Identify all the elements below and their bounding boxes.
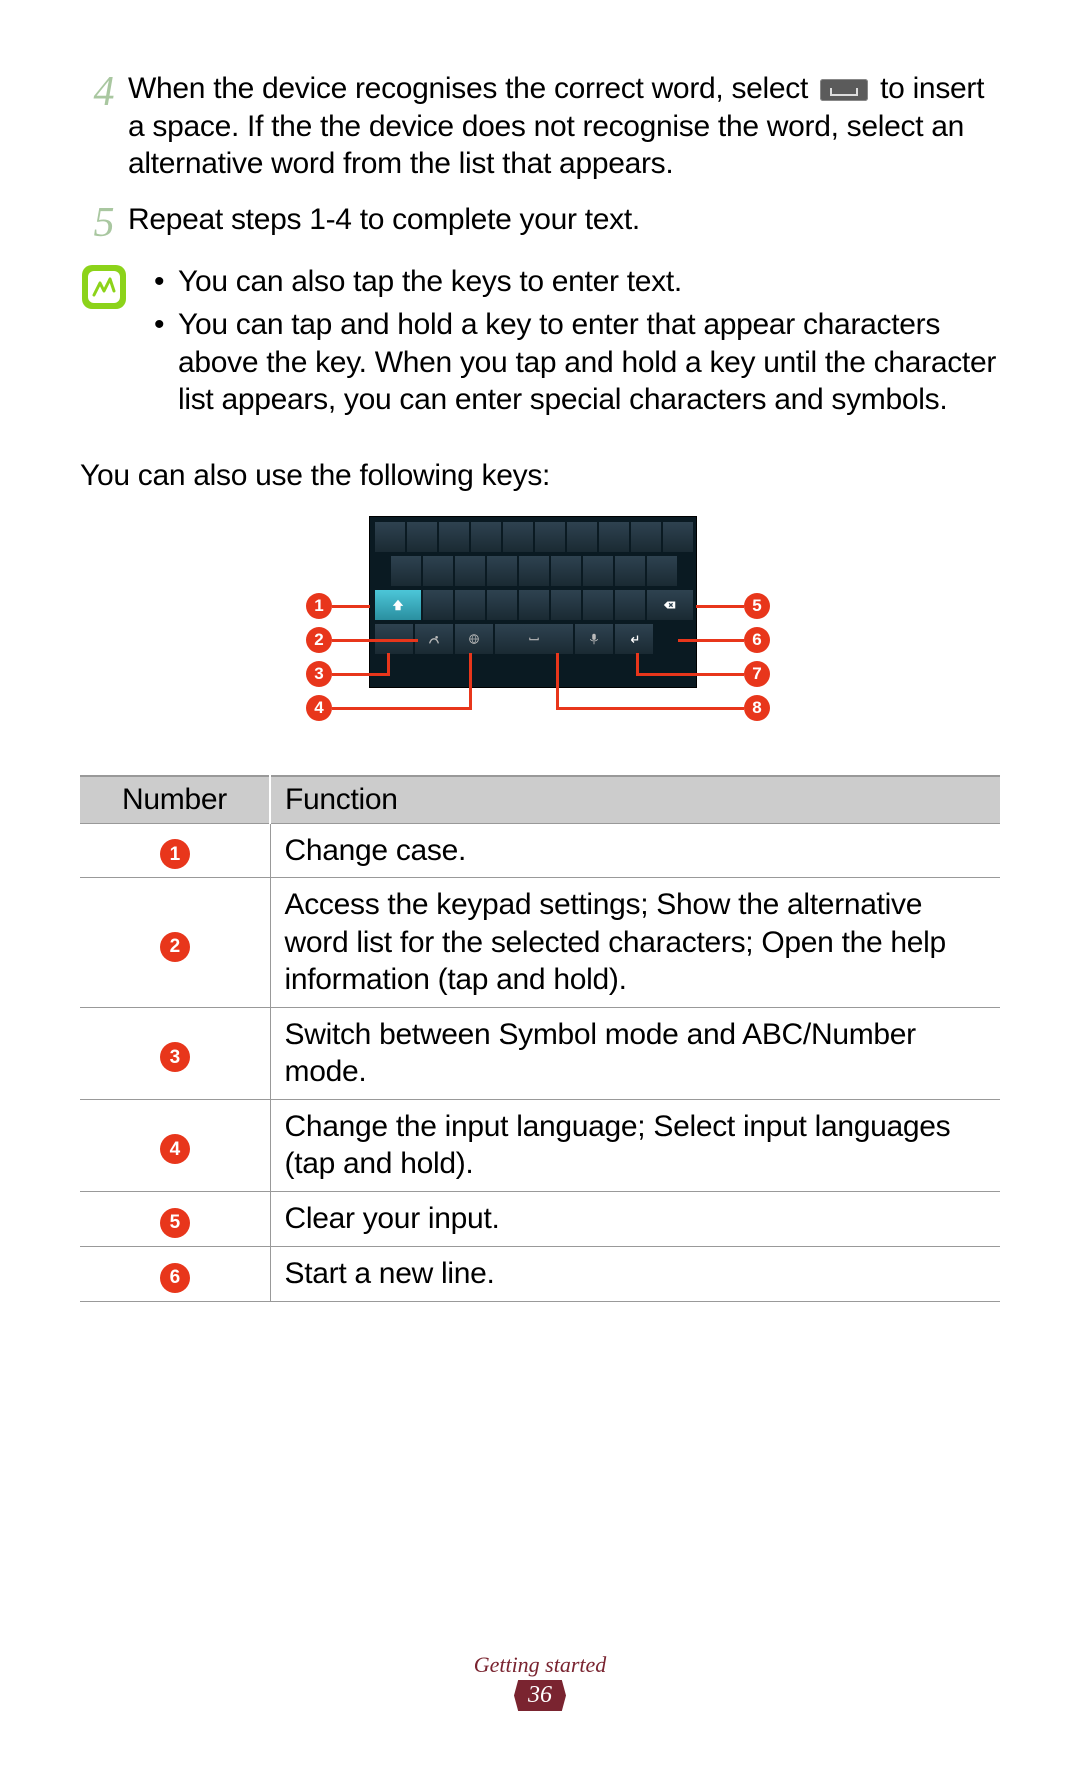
row-func-5: Clear your input. bbox=[270, 1191, 1000, 1246]
table-row: 2 Access the keypad settings; Show the a… bbox=[80, 878, 1000, 1008]
row-func-3: Switch between Symbol mode and ABC/Numbe… bbox=[270, 1007, 1000, 1099]
step-5-number: 5 bbox=[80, 201, 128, 245]
note-block: • You can also tap the keys to enter tex… bbox=[80, 263, 1000, 425]
step-4-number: 4 bbox=[80, 70, 128, 114]
row-func-2: Access the keypad settings; Show the alt… bbox=[270, 878, 1000, 1008]
row-func-4: Change the input language; Select input … bbox=[270, 1099, 1000, 1191]
note-bullet-1: You can also tap the keys to enter text. bbox=[178, 263, 682, 301]
note-bullet-2: You can tap and hold a key to enter that… bbox=[178, 306, 1000, 419]
table-row: 4 Change the input language; Select inpu… bbox=[80, 1099, 1000, 1191]
callout-5: 5 bbox=[744, 593, 770, 619]
backspace-key bbox=[646, 589, 694, 621]
function-table: Number Function 1 Change case. 2 Access … bbox=[80, 775, 1000, 1302]
language-key bbox=[454, 623, 494, 655]
enter-key bbox=[614, 623, 654, 655]
settings-key bbox=[414, 623, 454, 655]
row-badge-6: 6 bbox=[160, 1263, 190, 1293]
row-badge-2: 2 bbox=[160, 932, 190, 962]
callout-6: 6 bbox=[744, 627, 770, 653]
step-5: 5 Repeat steps 1-4 to complete your text… bbox=[80, 201, 1000, 245]
spacebar-icon bbox=[820, 79, 868, 101]
table-row: 3 Switch between Symbol mode and ABC/Num… bbox=[80, 1007, 1000, 1099]
note-icon bbox=[80, 263, 128, 311]
page-footer: Getting started 36 bbox=[0, 1652, 1080, 1711]
callout-8: 8 bbox=[744, 695, 770, 721]
callout-4: 4 bbox=[306, 695, 332, 721]
table-header-function: Function bbox=[270, 776, 1000, 824]
shift-key bbox=[374, 589, 422, 621]
table-row: 6 Start a new line. bbox=[80, 1246, 1000, 1301]
callout-1: 1 bbox=[306, 593, 332, 619]
table-row: 5 Clear your input. bbox=[80, 1191, 1000, 1246]
callout-2: 2 bbox=[306, 627, 332, 653]
mic-key bbox=[574, 623, 614, 655]
table-header-number: Number bbox=[80, 776, 270, 824]
table-row: 1 Change case. bbox=[80, 823, 1000, 878]
bullet-dot: • bbox=[154, 306, 178, 419]
step-4: 4 When the device recognises the correct… bbox=[80, 70, 1000, 183]
page-number: 36 bbox=[514, 1680, 566, 1711]
callout-7: 7 bbox=[744, 661, 770, 687]
space-key bbox=[494, 623, 574, 655]
footer-section: Getting started bbox=[0, 1652, 1080, 1678]
step-5-text: Repeat steps 1-4 to complete your text. bbox=[128, 201, 640, 239]
also-use-text: You can also use the following keys: bbox=[80, 459, 1000, 493]
row-badge-4: 4 bbox=[160, 1134, 190, 1164]
row-badge-5: 5 bbox=[160, 1208, 190, 1238]
step-4-text: When the device recognises the correct w… bbox=[128, 70, 1000, 183]
keyboard-image bbox=[370, 517, 696, 687]
keyboard-diagram: 1 2 3 4 5 6 7 8 bbox=[260, 517, 820, 741]
bullet-dot: • bbox=[154, 263, 178, 301]
step-4-text-a: When the device recognises the correct w… bbox=[128, 72, 816, 105]
row-func-6: Start a new line. bbox=[270, 1246, 1000, 1301]
callout-3: 3 bbox=[306, 661, 332, 687]
row-func-1: Change case. bbox=[270, 823, 1000, 878]
row-badge-3: 3 bbox=[160, 1042, 190, 1072]
row-badge-1: 1 bbox=[160, 839, 190, 869]
